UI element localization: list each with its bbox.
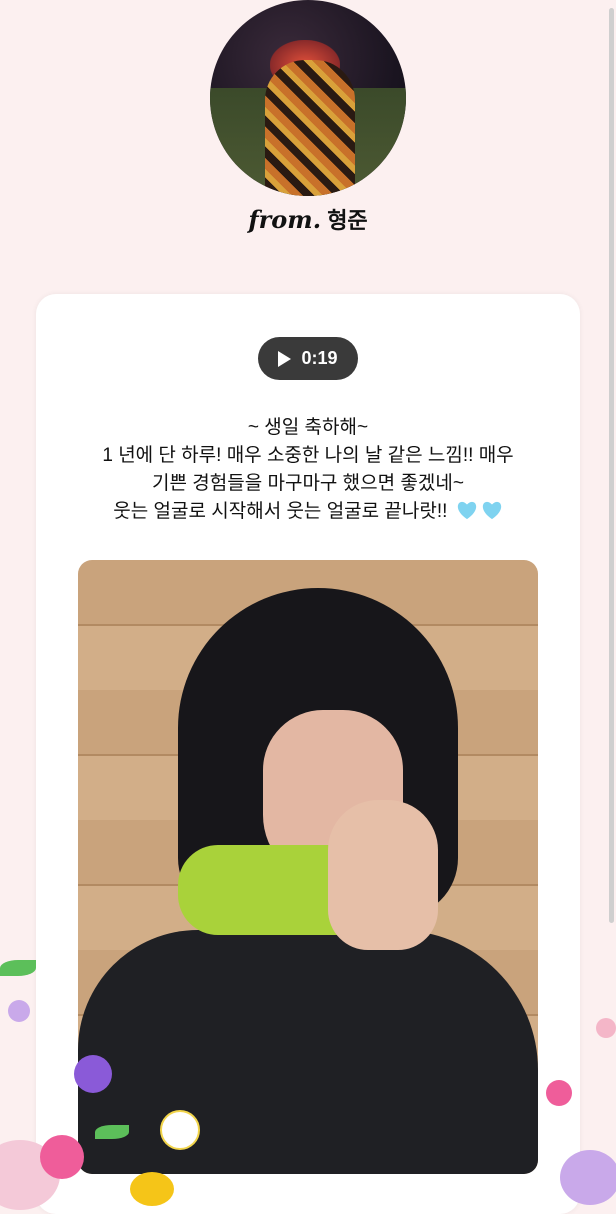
photo-thumbs-up-hand [328,800,438,950]
message-line-with-hearts: 웃는 얼굴로 시작해서 웃는 얼굴로 끝나랏!! [60,498,556,526]
avatar-person [265,60,355,196]
flower-icon [596,1018,616,1038]
sender-label: from. 형준 [0,203,616,235]
flower-icon [130,1172,174,1206]
scrollbar[interactable] [609,8,614,923]
flower-icon [160,1110,200,1150]
flower-icon [560,1150,616,1205]
flower-icon [546,1080,572,1106]
leaf-icon [95,1125,129,1139]
photo-jacket [78,930,538,1174]
flower-icon [40,1135,84,1179]
audio-duration: 0:19 [301,348,338,368]
message-line: 웃는 얼굴로 시작해서 웃는 얼굴로 끝나랏!! [113,501,448,522]
light-blue-heart-icon [482,501,501,520]
play-icon [278,350,292,367]
message-line: 1 년에 단 하루! 매우 소중한 나의 날 같은 느낌!! 매우 [102,445,514,466]
from-prefix: from. [248,205,322,234]
sender-name: 형준 [327,208,368,233]
message-line: ~ 생일 축하해~ [247,417,369,438]
leaf-icon [0,960,36,976]
sender-avatar [210,0,406,196]
message-text: ~ 생일 축하해~ 1 년에 단 하루! 매우 소중한 나의 날 같은 느낌!!… [60,414,556,526]
light-blue-heart-icon [457,501,476,520]
message-line: 기쁜 경험들을 마구마구 했으면 좋겠네~ [152,473,464,494]
flower-icon [74,1055,112,1093]
attached-photo[interactable] [78,560,538,1174]
flower-icon [8,1000,30,1022]
audio-play-button[interactable]: 0:19 [258,337,358,380]
